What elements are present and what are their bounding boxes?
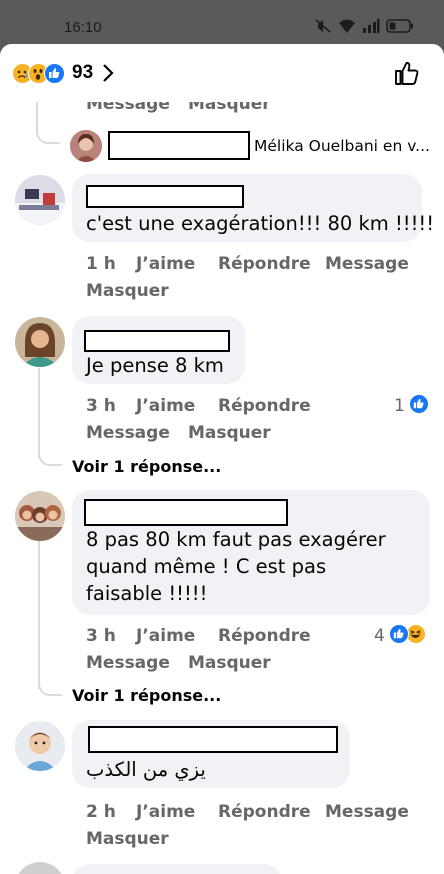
comment-actions: 1 h J’aime Répondre Message Masquer [86,254,436,310]
avatar[interactable] [15,175,65,225]
like-reaction-icon[interactable] [389,624,409,644]
message-button[interactable]: Message [86,653,170,673]
hide-button[interactable]: Masquer [188,653,271,673]
comment-actions: 3 h J’aime Répondre Message Masquer [86,626,386,682]
comment-text-line: 8 pas 80 km faut pas exagérer [86,528,386,551]
hide-button[interactable]: Masquer [86,829,169,849]
hide-button[interactable]: Masquer [188,423,271,443]
comment-text-line: faisable !!!!! [86,582,208,605]
status-bar: 16:10 [0,0,444,44]
like-button[interactable]: J’aime [136,254,195,274]
sheet-header: 93 [0,44,444,102]
redacted-name [88,726,338,753]
timestamp: 3 h [86,626,116,646]
redacted-name [84,330,230,352]
comment-text-line: quand même ! C est pas [86,555,327,578]
hide-button[interactable]: Masquer [86,281,169,301]
like-button[interactable]: J’aime [136,396,195,416]
comment-actions: 3 h J’aime Répondre Message Masquer [86,396,436,452]
like-button[interactable]: J’aime [136,802,195,822]
wifi-icon [339,19,355,33]
reply-button[interactable]: Répondre [218,802,311,822]
status-icons [314,18,414,34]
comment-reaction-count: 4 [374,626,385,646]
comment-actions: 2 h J’aime Répondre Message Masquer [86,802,436,858]
like-outline-icon[interactable] [394,60,420,86]
comment-bubble[interactable] [72,864,282,874]
avatar [70,130,102,162]
thread-line [36,102,60,144]
haha-reaction-icon[interactable] [406,624,426,644]
comment-text: 8 pas 80 km faut pas exagérer quand même… [86,526,386,607]
like-reaction-icon [44,62,65,84]
reply-preview[interactable]: Mélika Ouelbani en v... [70,130,440,162]
timestamp: 2 h [86,802,116,822]
view-replies-link[interactable]: Voir 1 réponse... [72,686,221,705]
reply-button[interactable]: Répondre [218,626,311,646]
thread-line [38,541,40,689]
mute-icon [315,19,331,33]
comments-sheet: 93 Message Masquer Mélika Ouelbani en v.… [0,44,444,874]
comment-text: يزي من الكذب [86,758,206,781]
message-button[interactable]: Message [325,254,409,274]
like-button[interactable]: J’aime [136,626,195,646]
thread-line [38,674,62,696]
avatar[interactable] [15,317,65,367]
avatar[interactable] [15,491,65,541]
thread-line [38,444,62,466]
redacted-name [84,499,288,526]
reaction-count: 93 [72,62,94,83]
chevron-right-icon[interactable] [101,63,115,83]
message-button[interactable]: Message [86,423,170,443]
like-reaction-icon[interactable] [409,394,429,414]
reply-button[interactable]: Répondre [218,254,311,274]
signal-icon [363,19,380,33]
avatar[interactable] [15,862,65,874]
comment-reaction-count: 1 [394,396,405,416]
message-button[interactable]: Message [325,802,409,822]
comment-bubble[interactable]: يزي من الكذب [72,720,350,788]
redacted-name [108,131,250,160]
comment-bubble[interactable]: Je pense 8 km [72,316,245,384]
comment-text: Je pense 8 km [86,354,224,377]
reactions-summary[interactable]: 93 [12,62,115,84]
comment-bubble[interactable]: 8 pas 80 km faut pas exagérer quand même… [72,490,430,615]
reply-preview-text: Mélika Ouelbani en v... [254,137,430,155]
reply-button[interactable]: Répondre [218,396,311,416]
redacted-name [86,185,244,208]
battery-icon [386,19,413,33]
status-time: 16:10 [64,19,102,36]
timestamp: 3 h [86,396,116,416]
view-replies-link[interactable]: Voir 1 réponse... [72,457,221,476]
comment-bubble[interactable]: c'est une exagération!!! 80 km !!!!! [72,174,434,242]
timestamp: 1 h [86,254,116,274]
comment-text: c'est une exagération!!! 80 km !!!!! [86,212,435,235]
avatar[interactable] [15,721,65,771]
